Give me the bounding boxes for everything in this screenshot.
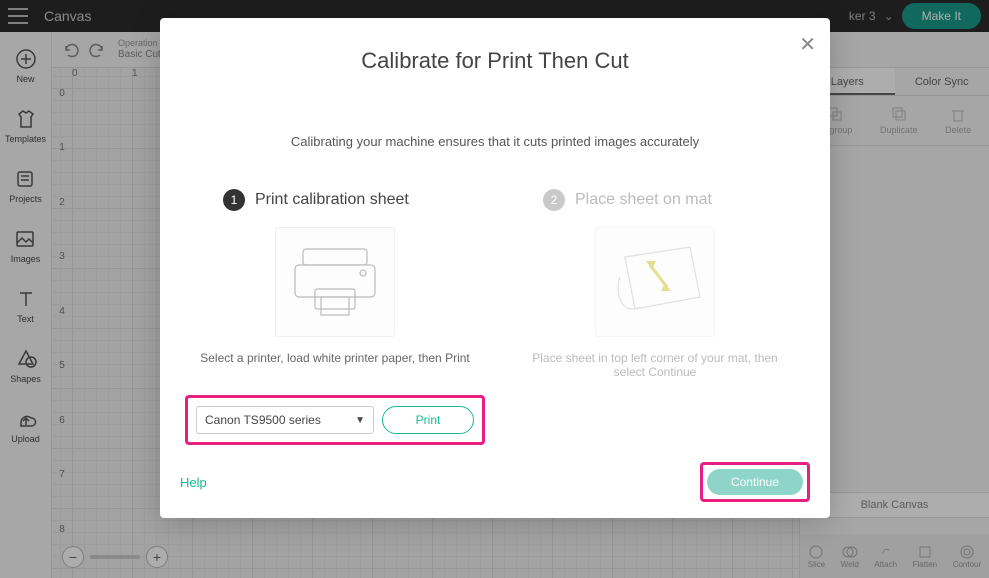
printer-icon bbox=[285, 237, 385, 327]
modal-subtitle: Calibrating your machine ensures that it… bbox=[190, 134, 800, 149]
printer-illustration bbox=[275, 227, 395, 337]
chevron-down-icon: ▼ bbox=[355, 415, 365, 426]
step-1-title: Print calibration sheet bbox=[255, 191, 409, 209]
close-icon: ✕ bbox=[799, 34, 816, 56]
close-button[interactable]: ✕ bbox=[799, 32, 816, 57]
mat-illustration bbox=[595, 227, 715, 337]
step-1: 1 Print calibration sheet Select a print… bbox=[195, 189, 475, 445]
continue-button[interactable]: Continue bbox=[707, 469, 803, 495]
printer-dropdown[interactable]: Canon TS9500 series ▼ bbox=[196, 406, 374, 434]
printer-selected-value: Canon TS9500 series bbox=[205, 413, 321, 427]
printer-row-highlight: Canon TS9500 series ▼ Print bbox=[185, 395, 485, 445]
step-2-desc: Place sheet in top left corner of your m… bbox=[515, 351, 795, 379]
print-button[interactable]: Print bbox=[382, 406, 474, 434]
mat-icon bbox=[605, 237, 705, 327]
step-1-badge: 1 bbox=[223, 189, 245, 211]
step-2-title: Place sheet on mat bbox=[575, 191, 712, 209]
step-1-desc: Select a printer, load white printer pap… bbox=[200, 351, 470, 379]
step-2-badge: 2 bbox=[543, 189, 565, 211]
help-link[interactable]: Help bbox=[180, 475, 207, 490]
modal-title: Calibrate for Print Then Cut bbox=[190, 48, 800, 74]
step-2: 2 Place sheet on mat Place sheet in top … bbox=[515, 189, 795, 445]
continue-highlight: Continue bbox=[700, 462, 810, 502]
calibrate-modal: ✕ Calibrate for Print Then Cut Calibrati… bbox=[160, 18, 830, 518]
